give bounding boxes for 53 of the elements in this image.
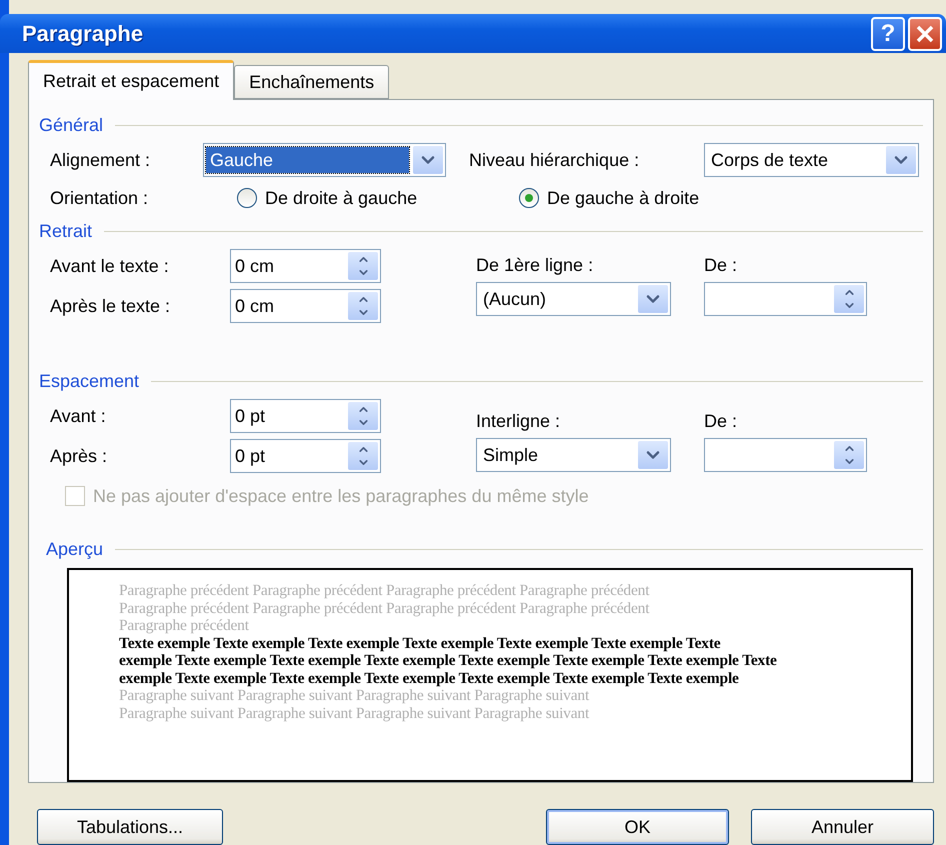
radio-button[interactable] (237, 188, 257, 208)
preview-text-line: Paragraphe précédent (119, 617, 250, 634)
field-label: De 1ère ligne : (476, 254, 594, 276)
radio-option[interactable]: De gauche à droite (519, 188, 779, 208)
field-label: Orientation : (50, 188, 150, 208)
dialog-button[interactable]: Annuler (751, 809, 934, 845)
field-label: De : (704, 254, 738, 276)
spin-arrows-icon[interactable] (834, 441, 864, 469)
field-label: Après le texte : (50, 296, 172, 316)
field-label: Avant : (50, 406, 107, 426)
preview-sample-line: Texte exemple Texte exemple Texte exemple Texte exemple Texte exemple Texte exemple Texte (119, 634, 722, 652)
close-icon (915, 24, 935, 44)
spin-field[interactable] (704, 438, 867, 472)
field-label: Interligne : (476, 410, 562, 432)
spin-arrows-icon[interactable] (834, 285, 864, 313)
spin-field[interactable]: 0 cm (230, 249, 381, 283)
spin-arrows-icon[interactable] (348, 402, 378, 430)
section-heading: Espacement (39, 370, 140, 392)
spin-arrows-icon[interactable] (348, 252, 378, 280)
window-title: Paragraphe (22, 20, 144, 46)
section-heading: Général (39, 114, 104, 136)
spin-field[interactable]: 0 pt (230, 399, 381, 433)
spin-field[interactable]: 0 pt (230, 439, 381, 473)
spin-field[interactable] (704, 282, 867, 316)
checkbox-label: Ne pas ajouter d'espace entre les paragraphes du même style (93, 486, 589, 506)
spin-field[interactable]: 0 cm (230, 289, 381, 323)
preview-text-line: Paragraphe suivant Paragraphe suivant Paragraphe suivant Paragraphe suivant (119, 704, 590, 722)
field-label: Avant le texte : (50, 256, 170, 276)
dropdown-field[interactable]: Gauche (203, 143, 446, 177)
dropdown-field[interactable]: (Aucun) (476, 282, 671, 316)
preview-sample-line: exemple Texte exemple Texte exemple Texte exemple Texte exemple Texte exemple Texte exemple (119, 670, 740, 687)
dialog-button[interactable]: Tabulations... (37, 809, 223, 845)
preview-text-line: Paragraphe suivant Paragraphe suivant Paragraphe suivant Paragraphe suivant (119, 687, 590, 704)
tab[interactable]: Retrait et espacement (28, 60, 234, 100)
close-button[interactable] (908, 16, 942, 50)
dialog-button[interactable]: OK (546, 809, 729, 845)
spin-arrows-icon[interactable] (348, 292, 378, 320)
field-label: Niveau hiérarchique : (469, 150, 640, 170)
preview-text-line: Paragraphe précédent Paragraphe précédent Paragraphe précédent Paragraphe précédent (119, 582, 650, 600)
preview-text-line: Paragraphe précédent Paragraphe précédent Paragraphe précédent Paragraphe précédent (119, 600, 650, 617)
dropdown-field[interactable]: Corps de texte (704, 143, 919, 177)
section-heading: Retrait (39, 220, 92, 242)
dropdown-field[interactable]: Simple (476, 438, 671, 472)
section-heading: Aperçu (46, 538, 104, 560)
field-label: Alignement : (50, 150, 152, 170)
help-button[interactable]: ? (871, 16, 905, 50)
preview-sample-line: exemple Texte exemple Texte exemple Texte exemple Texte exemple Texte exemple Texte exemple Texte (119, 652, 778, 670)
radio-button[interactable] (519, 188, 539, 208)
spin-arrows-icon[interactable] (348, 442, 378, 470)
field-label: De : (704, 410, 738, 432)
tab[interactable]: Enchaînements (234, 65, 390, 99)
radio-option[interactable]: De droite à gauche (237, 188, 519, 208)
field-label: Après : (50, 446, 108, 466)
